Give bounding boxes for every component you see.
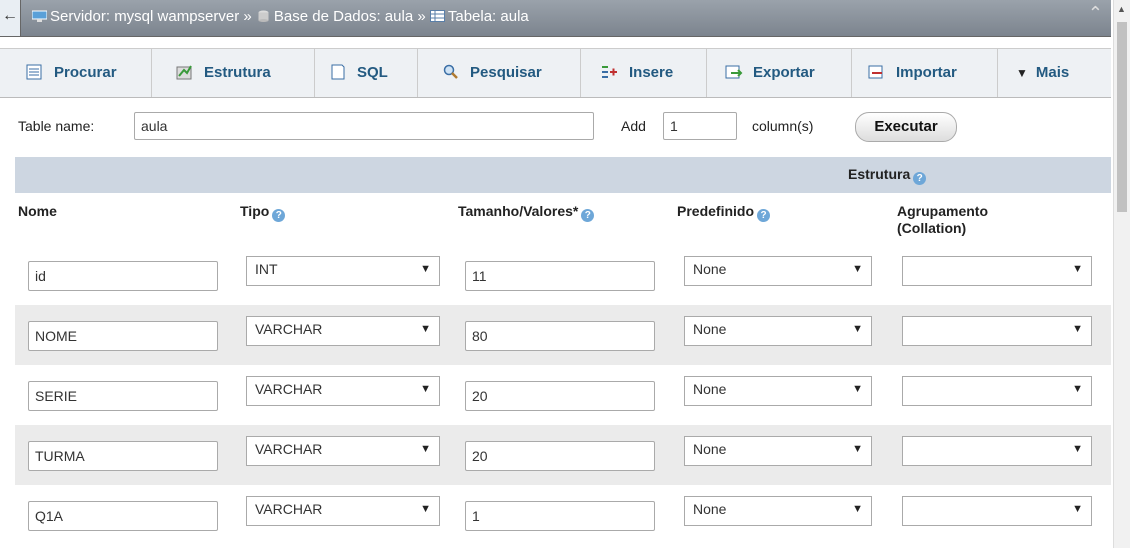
tab-structure[interactable]: Estrutura: [152, 49, 315, 97]
tab-bar: Procurar Estrutura SQL Pesquisar Insere …: [0, 48, 1111, 98]
collapse-up-icon[interactable]: ⌃: [1088, 3, 1103, 24]
length-input[interactable]: [465, 261, 655, 291]
dropdown-arrow-icon: ▼: [852, 443, 863, 455]
columns-label: column(s): [752, 118, 814, 134]
breadcrumb-table[interactable]: Tabela: aula: [448, 8, 529, 25]
add-label: Add: [621, 118, 646, 134]
dropdown-arrow-icon: ▼: [1072, 443, 1083, 455]
tab-browse[interactable]: Procurar: [0, 49, 152, 97]
caret-down-icon: ▼: [1016, 66, 1028, 80]
type-select[interactable]: VARCHAR ▼: [246, 496, 440, 526]
export-icon: [725, 65, 743, 79]
collation-select[interactable]: ▼: [902, 376, 1092, 406]
tab-sql[interactable]: SQL: [315, 49, 418, 97]
dropdown-arrow-icon: ▼: [420, 323, 431, 335]
dropdown-arrow-icon: ▼: [1072, 323, 1083, 335]
column-name-input[interactable]: [28, 321, 218, 351]
collation-select[interactable]: ▼: [902, 316, 1092, 346]
type-select[interactable]: VARCHAR ▼: [246, 316, 440, 346]
default-select[interactable]: None ▼: [684, 256, 872, 286]
breadcrumb-separator: »: [417, 8, 426, 25]
help-icon[interactable]: ?: [581, 209, 595, 222]
column-name-input[interactable]: [28, 261, 218, 291]
dropdown-arrow-icon: ▼: [852, 323, 863, 335]
collation-select[interactable]: ▼: [902, 256, 1092, 286]
table-icon: [429, 10, 445, 22]
header-collation: Agrupamento (Collation): [897, 203, 988, 236]
structure-bar: [15, 157, 1111, 193]
insert-icon: [602, 66, 617, 78]
scrollbar-thumb[interactable]: [1117, 22, 1127, 212]
column-name-input[interactable]: [28, 441, 218, 471]
dropdown-arrow-icon: ▼: [852, 263, 863, 275]
default-select[interactable]: None ▼: [684, 316, 872, 346]
length-input[interactable]: [465, 501, 655, 531]
help-icon[interactable]: ?: [757, 209, 771, 222]
help-icon[interactable]: ?: [913, 172, 927, 185]
tab-insert[interactable]: Insere: [581, 49, 707, 97]
add-columns-input[interactable]: [663, 112, 737, 140]
table-name-input[interactable]: [134, 112, 594, 140]
search-icon: [443, 64, 458, 79]
breadcrumb-server[interactable]: Servidor: mysql wampserver: [50, 8, 239, 25]
dropdown-arrow-icon: ▼: [420, 263, 431, 275]
sql-icon: [331, 64, 345, 80]
server-icon: [32, 10, 47, 22]
type-select[interactable]: VARCHAR ▼: [246, 376, 440, 406]
breadcrumb: Servidor: mysql wampserver » Base de Dad…: [32, 0, 529, 36]
help-icon[interactable]: ?: [272, 209, 286, 222]
dropdown-arrow-icon: ▼: [852, 503, 863, 515]
default-select[interactable]: None ▼: [684, 376, 872, 406]
dropdown-arrow-icon: ▼: [420, 443, 431, 455]
column-name-input[interactable]: [28, 381, 218, 411]
tab-search[interactable]: Pesquisar: [418, 49, 581, 97]
length-input[interactable]: [465, 441, 655, 471]
column-name-input[interactable]: [28, 501, 218, 531]
breadcrumb-separator: »: [243, 8, 252, 25]
structure-icon: [176, 65, 192, 80]
dropdown-arrow-icon: ▼: [852, 383, 863, 395]
table-row: VARCHAR▼None▼▼: [15, 305, 1111, 365]
tab-export[interactable]: Exportar: [707, 49, 852, 97]
import-icon: [868, 65, 883, 79]
breadcrumb-bar: ← Servidor: mysql wampserver » Base de D…: [0, 0, 1111, 37]
dropdown-arrow-icon: ▼: [1072, 263, 1083, 275]
back-arrow-icon[interactable]: ←: [0, 0, 21, 36]
vertical-scrollbar[interactable]: ▲: [1113, 0, 1130, 548]
collation-select[interactable]: ▼: [902, 436, 1092, 466]
header-name: Nome: [18, 203, 57, 219]
table-row: VARCHAR▼None▼▼: [15, 425, 1111, 485]
table-name-label: Table name:: [18, 118, 95, 134]
database-icon: [258, 10, 269, 22]
length-input[interactable]: [465, 321, 655, 351]
structure-title: Estrutura?: [848, 166, 927, 185]
table-row: VARCHAR▼None▼▼: [15, 365, 1111, 425]
dropdown-arrow-icon: ▼: [420, 503, 431, 515]
type-select[interactable]: VARCHAR ▼: [246, 436, 440, 466]
column-headers: Nome Tipo? Tamanho/Valores*? Predefinido…: [15, 193, 1111, 245]
execute-button[interactable]: Executar: [855, 112, 957, 142]
default-select[interactable]: None ▼: [684, 496, 872, 526]
header-length: Tamanho/Valores*?: [458, 203, 595, 222]
browse-icon: [26, 64, 42, 80]
dropdown-arrow-icon: ▼: [1072, 383, 1083, 395]
type-select[interactable]: INT ▼: [246, 256, 440, 286]
header-type: Tipo?: [240, 203, 286, 222]
scroll-up-icon[interactable]: ▲: [1117, 4, 1126, 14]
tab-import[interactable]: Importar: [852, 49, 998, 97]
tab-more[interactable]: ▼ Mais: [998, 49, 1101, 97]
dropdown-arrow-icon: ▼: [420, 383, 431, 395]
breadcrumb-database[interactable]: Base de Dados: aula: [274, 8, 413, 25]
dropdown-arrow-icon: ▼: [1072, 503, 1083, 515]
length-input[interactable]: [465, 381, 655, 411]
default-select[interactable]: None ▼: [684, 436, 872, 466]
table-row: VARCHAR▼None▼▼: [15, 485, 1111, 545]
header-default: Predefinido?: [677, 203, 771, 222]
table-row: INT▼None▼▼: [15, 245, 1111, 305]
collation-select[interactable]: ▼: [902, 496, 1092, 526]
